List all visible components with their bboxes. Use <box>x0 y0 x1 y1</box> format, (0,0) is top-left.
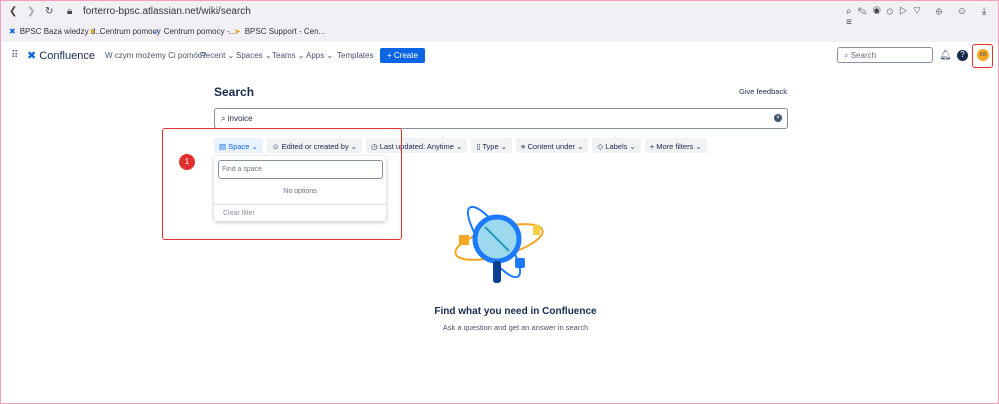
jira-icon: ➶ <box>153 27 160 36</box>
arrow-icon: ➤ <box>234 27 241 36</box>
filter-more[interactable]: + More filters ⌄ <box>644 138 707 153</box>
search-icon: ⌕ <box>221 114 226 123</box>
empty-state-title: Find what you need in Confluence <box>434 306 597 317</box>
confluence-icon: ✖ <box>9 27 16 36</box>
empty-state-subtitle: Ask a question and get an answer in sear… <box>442 323 589 332</box>
nav-spaces[interactable]: Spaces ⌄ <box>236 51 272 60</box>
help-icon[interactable]: ? <box>957 50 968 61</box>
filter-content-under[interactable]: ≡ Content under ⌄ <box>516 138 589 153</box>
nav-templates[interactable]: Templates <box>337 51 373 60</box>
bookmark-4[interactable]: ➤ BPSC Support - Cen... <box>234 27 325 36</box>
top-nav: ⠿ ✖ Confluence W czym możemy Ci pomóc? R… <box>1 43 998 67</box>
search-illustration-icon <box>454 205 544 283</box>
filter-type[interactable]: ▯ Type ⌄ <box>471 138 513 153</box>
app-switcher-icon[interactable]: ⠿ <box>11 50 18 61</box>
lock-icon: 🔒︎ <box>67 6 73 17</box>
annotation-box <box>162 128 402 240</box>
clear-icon[interactable]: × <box>774 114 782 122</box>
url-bar[interactable]: forterro-bpsc.atlassian.net/wiki/search <box>83 6 251 17</box>
notifications-icon[interactable]: 🔔︎ <box>939 50 952 61</box>
back-icon[interactable]: ❮ <box>9 6 17 17</box>
highlight-box <box>972 44 993 68</box>
nav-teams[interactable]: Teams ⌄ <box>272 51 305 60</box>
search-field[interactable]: ⌕ invoice × <box>214 108 788 129</box>
toolbar-icons[interactable]: ⌕✎◉⊙▷♡ ⊕ ☺ ⤓ ≡ <box>846 6 998 28</box>
confluence-logo[interactable]: ✖ Confluence <box>27 49 95 62</box>
page-title: Search <box>214 85 255 99</box>
search-input[interactable]: ⌕ Search <box>837 47 933 63</box>
nav-recent[interactable]: Recent ⌄ <box>200 51 234 60</box>
browser-chrome: ❮ ❯ ↻ 🔒︎ forterro-bpsc.atlassian.net/wik… <box>1 1 998 42</box>
bookmark-3[interactable]: ➶ Centrum pomocy -... <box>153 27 236 36</box>
reload-icon[interactable]: ↻ <box>45 6 53 17</box>
bookmark-2[interactable]: ➤ Centrum pomocy <box>89 27 161 36</box>
help-link[interactable]: W czym możemy Ci pomóc? <box>105 51 206 60</box>
arrow-icon: ➤ <box>89 27 96 36</box>
create-button[interactable]: + Create <box>380 48 425 63</box>
forward-icon[interactable]: ❯ <box>27 6 35 17</box>
filter-labels[interactable]: ◇ Labels ⌄ <box>592 138 641 153</box>
annotation-badge: 1 <box>179 154 195 170</box>
give-feedback-link[interactable]: Give feedback <box>739 87 787 96</box>
nav-apps[interactable]: Apps ⌄ <box>306 51 333 60</box>
